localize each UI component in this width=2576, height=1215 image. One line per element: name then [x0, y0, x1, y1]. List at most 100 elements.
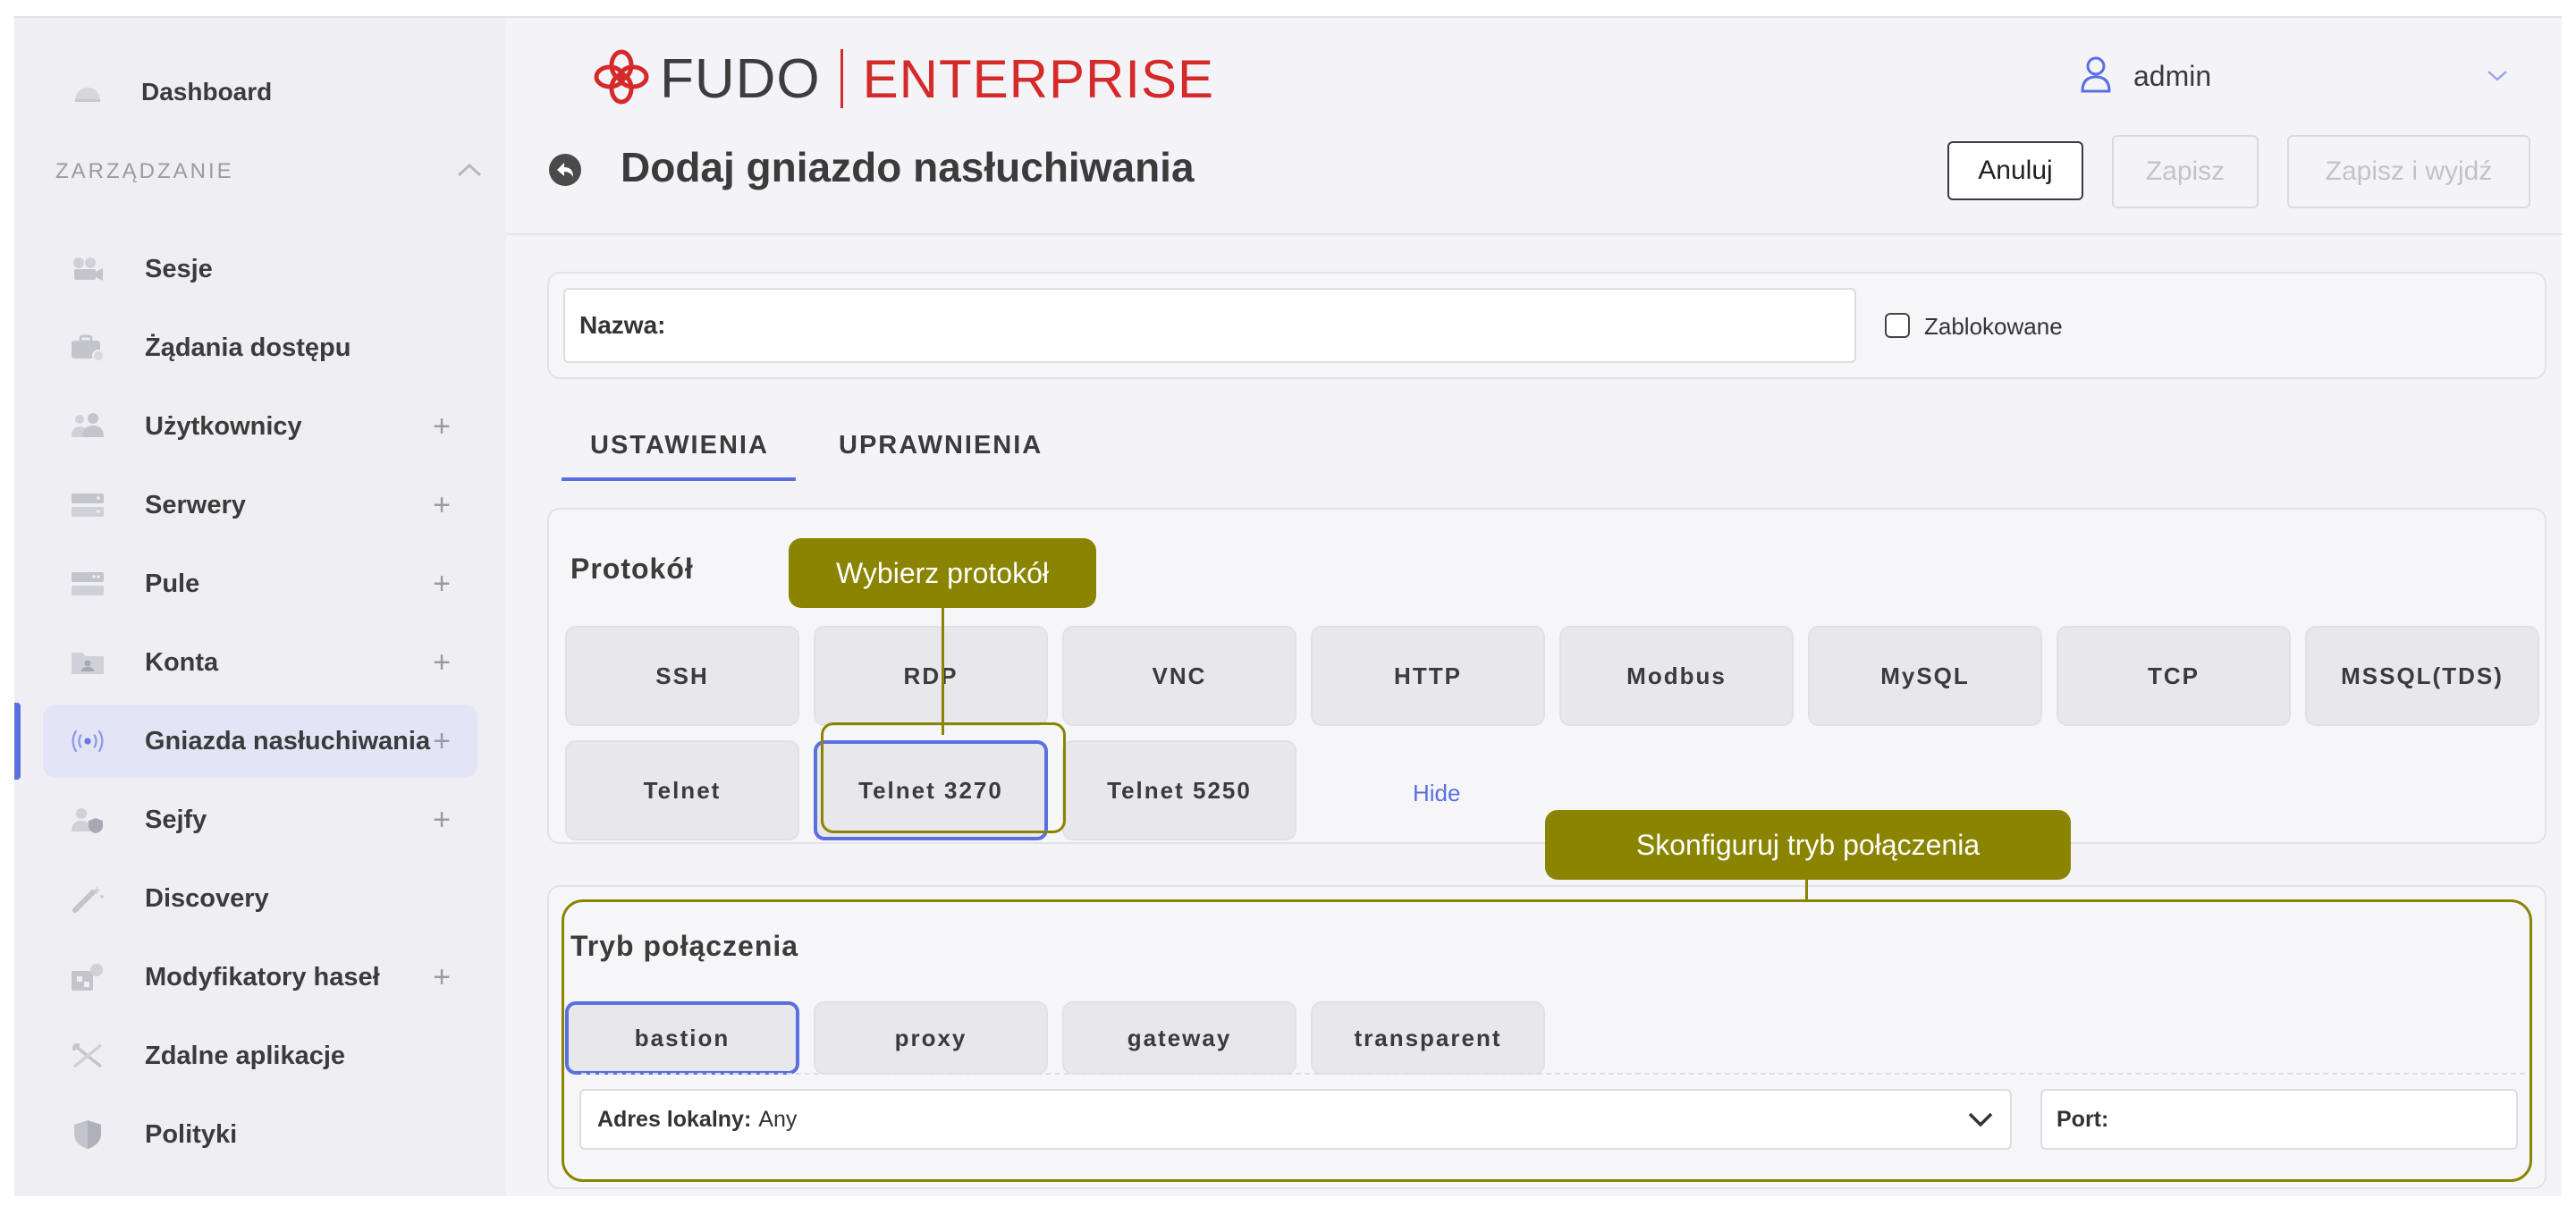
local-address-select[interactable]: Adres lokalny: Any	[579, 1089, 2012, 1150]
sidebar: Dashboard ZARZĄDZANIE Sesje Żądania dostę…	[14, 18, 506, 1196]
logo-divider	[840, 49, 843, 108]
protocol-button-vnc[interactable]: VNC	[1062, 626, 1296, 726]
sidebar-item-label: Pule	[145, 569, 200, 598]
back-arrow-icon[interactable]	[547, 152, 583, 188]
dashboard-icon	[70, 74, 106, 110]
name-field[interactable]: Nazwa:	[563, 288, 1856, 363]
sidebar-section-title: ZARZĄDZANIE	[55, 159, 234, 183]
account-folder-icon	[70, 645, 106, 680]
save-button[interactable]: Zapisz	[2112, 135, 2259, 208]
local-address-label: Adres lokalny:	[597, 1106, 752, 1132]
protocol-button-rdp[interactable]: RDP	[814, 626, 1048, 726]
sidebar-item-modyfikatory-haseł[interactable]: Modyfikatory haseł +	[43, 941, 477, 1014]
protocol-title: Protokół	[570, 553, 694, 585]
video-camera-icon	[70, 251, 106, 287]
protocol-button-modbus[interactable]: Modbus	[1559, 626, 1794, 726]
logo-enterprise-text: ENTERPRISE	[862, 48, 1215, 109]
logo-fudo-text: FUDO	[660, 47, 821, 110]
sidebar-item-discovery[interactable]: Discovery	[43, 862, 477, 935]
sidebar-item-label: Użytkownicy	[145, 411, 302, 441]
sidebar-item-label: Polityki	[145, 1119, 238, 1149]
shield-icon	[70, 1117, 106, 1152]
add-icon[interactable]: +	[433, 962, 451, 992]
sidebar-item-label: Modyfikatory haseł	[145, 962, 380, 991]
selected-protocol-highlight	[821, 722, 1066, 833]
protocol-button-ssh[interactable]: SSH	[565, 626, 799, 726]
password-modifier-icon	[70, 959, 106, 995]
sidebar-item-label: Sejfy	[145, 805, 207, 834]
port-field[interactable]: Port:	[2040, 1089, 2518, 1150]
users-icon	[70, 409, 106, 444]
chevron-down-icon	[1967, 1109, 1994, 1135]
active-tab-underline	[562, 477, 796, 481]
sidebar-item-label: Sesje	[145, 254, 213, 283]
tab-settings[interactable]: USTAWIENIA	[590, 431, 769, 460]
header-bar: FUDO ENTERPRISE admin Dodaj gniazdo nasł…	[506, 18, 2562, 235]
cancel-button[interactable]: Anuluj	[1947, 141, 2083, 200]
sidebar-item-serwery[interactable]: Serwery +	[43, 468, 477, 542]
sidebar-item-użytkownicy[interactable]: Użytkownicy +	[43, 390, 477, 463]
fudo-logo: FUDO ENTERPRISE	[592, 43, 1214, 114]
port-label: Port:	[2057, 1106, 2109, 1132]
add-icon[interactable]: +	[433, 569, 451, 599]
sidebar-item-żądania-dostępu[interactable]: Żądania dostępu	[43, 311, 477, 384]
sidebar-item-polityki[interactable]: Polityki	[43, 1098, 477, 1171]
sidebar-item-sejfy[interactable]: Sejfy +	[43, 783, 477, 856]
add-icon[interactable]: +	[433, 726, 451, 756]
chevron-down-icon[interactable]	[2487, 70, 2508, 87]
sidebar-item-gniazda-nasłuchiwania[interactable]: Gniazda nasłuchiwania +	[43, 705, 477, 778]
sidebar-item-pule[interactable]: Pule +	[43, 547, 477, 620]
sidebar-item-dashboard[interactable]: Dashboard	[43, 55, 477, 129]
mode-button-bastion[interactable]: bastion	[565, 1001, 799, 1075]
mode-button-transparent[interactable]: transparent	[1311, 1001, 1545, 1075]
page-title: Dodaj gniazdo nasłuchiwania	[621, 144, 1195, 190]
name-field-label: Nazwa:	[579, 311, 666, 339]
callout-connector	[942, 603, 944, 735]
add-icon[interactable]: +	[433, 805, 451, 835]
user-name: admin	[2133, 59, 2212, 92]
remote-app-icon	[70, 1038, 106, 1074]
local-address-value: Any	[758, 1106, 798, 1132]
protocol-button-http[interactable]: HTTP	[1311, 626, 1545, 726]
protocol-callout: Wybierz protokół	[789, 538, 1096, 608]
add-icon[interactable]: +	[433, 490, 451, 520]
mode-button-proxy[interactable]: proxy	[814, 1001, 1048, 1075]
server-icon	[70, 487, 106, 523]
sidebar-item-konta[interactable]: Konta +	[43, 626, 477, 699]
application-frame: Dashboard ZARZĄDZANIE Sesje Żądania dostę…	[14, 16, 2562, 1196]
protocol-button-mysql[interactable]: MySQL	[1808, 626, 2042, 726]
add-icon[interactable]: +	[433, 411, 451, 442]
user-icon	[2080, 55, 2112, 97]
sidebar-item-label: Konta	[145, 647, 219, 677]
sidebar-item-sesje[interactable]: Sesje	[43, 232, 477, 306]
hide-link[interactable]: Hide	[1413, 780, 1460, 807]
connection-mode-title: Tryb połączenia	[570, 930, 799, 962]
protocol-button-tcp[interactable]: TCP	[2057, 626, 2291, 726]
chevron-up-icon[interactable]	[456, 161, 483, 179]
add-icon[interactable]: +	[433, 647, 451, 678]
active-indicator	[14, 703, 21, 780]
tab-permissions[interactable]: UPRAWNIENIA	[839, 431, 1043, 460]
user-menu[interactable]: admin	[2080, 54, 2211, 98]
blocked-checkbox[interactable]	[1885, 313, 1910, 338]
sidebar-item-zdalne-aplikacje[interactable]: Zdalne aplikacje	[43, 1019, 477, 1093]
main-content: FUDO ENTERPRISE admin Dodaj gniazdo nasł…	[506, 18, 2562, 1196]
listener-icon	[70, 723, 106, 759]
protocol-button-telnet-5250[interactable]: Telnet 5250	[1062, 740, 1296, 840]
connection-mode-callout: Skonfiguruj tryb połączenia	[1545, 810, 2071, 880]
sidebar-item-label: Żądania dostępu	[145, 333, 351, 362]
sidebar-item-label: Discovery	[145, 883, 269, 913]
briefcase-icon	[70, 330, 106, 366]
name-card: Nazwa: Zablokowane	[547, 272, 2546, 379]
server-pool-icon	[70, 566, 106, 602]
section-divider	[581, 1073, 2525, 1075]
blocked-label: Zablokowane	[1924, 313, 2063, 340]
protocol-button-mssql-tds-[interactable]: MSSQL(TDS)	[2305, 626, 2539, 726]
mode-button-gateway[interactable]: gateway	[1062, 1001, 1296, 1075]
save-and-exit-button[interactable]: Zapisz i wyjdź	[2287, 135, 2530, 208]
magic-wand-icon	[70, 881, 106, 916]
sidebar-item-label: Gniazda nasłuchiwania	[145, 726, 431, 755]
protocol-button-telnet[interactable]: Telnet	[565, 740, 799, 840]
sidebar-item-label: Zdalne aplikacje	[145, 1041, 346, 1070]
safe-icon	[70, 802, 106, 838]
